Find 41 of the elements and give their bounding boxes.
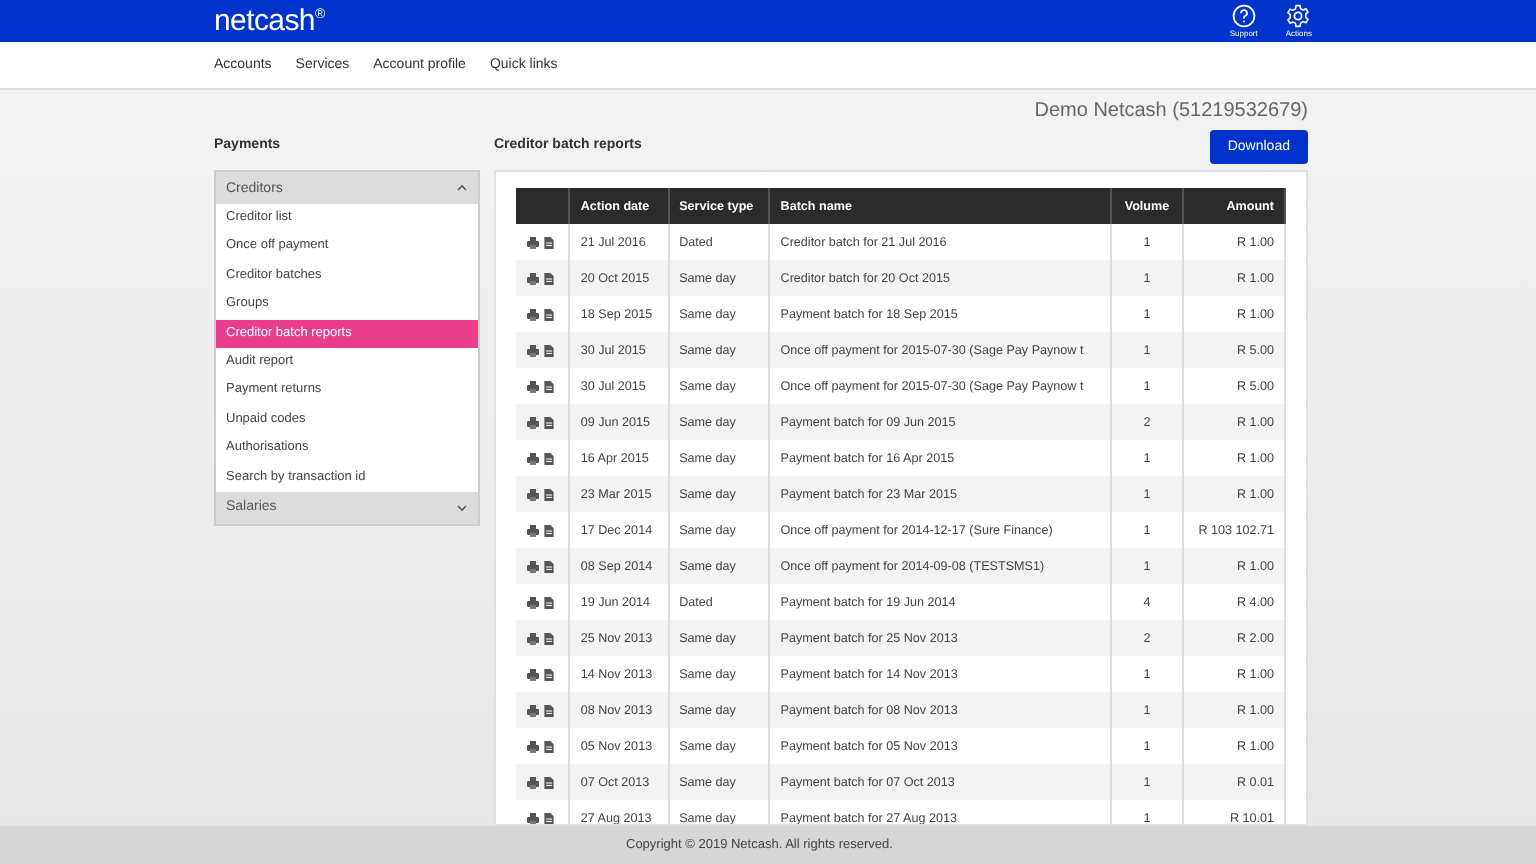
printer-icon[interactable] [526,667,540,681]
account-name: Demo Netcash (51219532679) [1034,100,1308,122]
printer-icon[interactable] [526,595,540,609]
document-icon[interactable] [542,523,556,537]
printer-icon[interactable] [526,559,540,573]
document-icon[interactable] [542,739,556,753]
document-icon[interactable] [542,559,556,573]
document-icon[interactable] [542,487,556,501]
chevron-down-icon [456,501,468,514]
printer-icon[interactable] [526,235,540,249]
document-icon[interactable] [542,271,556,285]
printer-icon[interactable] [526,343,540,357]
printer-icon[interactable] [526,379,540,393]
chevron-up-icon [456,182,468,194]
document-icon[interactable] [542,811,556,824]
table-header [516,188,570,224]
document-icon[interactable] [542,415,556,429]
netcash-logo[interactable]: netcash$^{®}$ [214,4,325,38]
printer-icon[interactable] [526,739,540,753]
printer-icon[interactable] [526,307,540,321]
help-icon [1231,4,1256,28]
printer-icon[interactable] [526,523,540,537]
document-icon[interactable] [542,703,556,717]
document-icon[interactable] [542,667,556,681]
document-icon[interactable] [542,631,556,645]
document-icon[interactable] [542,595,556,609]
document-icon[interactable] [542,379,556,393]
settings-icon [1286,4,1311,28]
document-icon[interactable] [542,307,556,321]
printer-icon[interactable] [526,271,540,285]
document-icon[interactable] [542,451,556,465]
printer-icon[interactable] [526,451,540,465]
document-icon[interactable] [542,343,556,357]
printer-icon[interactable] [526,703,540,717]
printer-icon[interactable] [526,487,540,501]
document-icon[interactable] [542,775,556,789]
document-icon[interactable] [542,235,556,249]
printer-icon[interactable] [526,415,540,429]
printer-icon[interactable] [526,811,540,824]
printer-icon[interactable] [526,631,540,645]
printer-icon[interactable] [526,775,540,789]
